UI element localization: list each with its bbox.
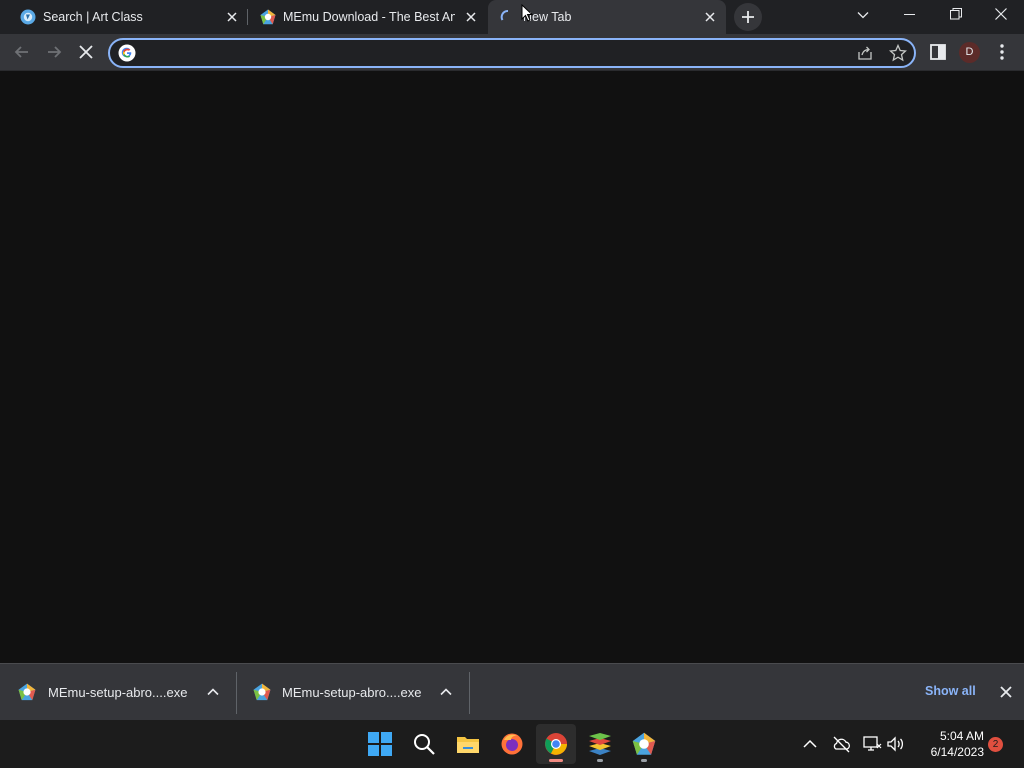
download-filename: MEmu-setup-abro....exe [282, 685, 422, 700]
forward-arrow-icon[interactable] [44, 42, 64, 62]
tab-art-class[interactable]: Search | Art Class [8, 0, 244, 34]
memu-icon [632, 732, 656, 755]
tab-strip: Search | Art Class MEmu Download - The B… [0, 0, 1024, 34]
windows-start-icon [368, 732, 392, 756]
firefox-icon [501, 733, 523, 755]
taskbar-memu[interactable] [624, 724, 664, 764]
download-separator [469, 672, 470, 714]
stop-loading-icon[interactable] [76, 42, 96, 62]
file-explorer-icon [457, 737, 479, 753]
taskbar-firefox[interactable] [492, 724, 532, 764]
loading-spinner-icon [500, 10, 509, 21]
taskbar-chrome[interactable] [536, 724, 576, 764]
chevron-up-icon[interactable] [205, 684, 221, 700]
running-app-indicator [597, 759, 603, 762]
clock-date: 6/14/2023 [930, 745, 984, 759]
clock-time: 5:04 AM [939, 729, 984, 743]
tab-title: Search | Art Class [43, 10, 143, 24]
chevron-up-icon[interactable] [800, 734, 820, 754]
close-icon[interactable] [998, 684, 1014, 700]
close-tab-icon[interactable] [702, 9, 718, 25]
google-g-icon [118, 44, 136, 62]
running-app-indicator [641, 759, 647, 762]
active-app-indicator [549, 759, 563, 762]
minimize-button[interactable] [886, 0, 932, 30]
profile-avatar[interactable]: D [959, 42, 980, 63]
taskbar-file-explorer[interactable] [448, 724, 488, 764]
chevron-up-icon[interactable] [438, 684, 454, 700]
back-arrow-icon[interactable] [12, 42, 32, 62]
search-icon [414, 734, 435, 755]
art-class-icon [20, 9, 36, 25]
memu-icon [18, 683, 36, 701]
page-content [0, 71, 1024, 663]
onedrive-offline-icon[interactable] [831, 734, 851, 754]
minimize-icon [904, 14, 915, 15]
network-icon[interactable] [862, 734, 882, 754]
download-filename: MEmu-setup-abro....exe [48, 685, 188, 700]
mouse-cursor-icon [521, 4, 533, 22]
chrome-icon [545, 733, 567, 755]
address-bar[interactable] [108, 38, 916, 68]
download-shelf: MEmu-setup-abro....exe MEmu-setup-abro..… [0, 663, 1024, 721]
bookmark-star-icon[interactable] [889, 44, 907, 62]
close-icon [995, 8, 1007, 20]
tab-search-button[interactable] [840, 0, 886, 30]
side-panel-icon[interactable] [928, 42, 948, 62]
tab-title: MEmu Download - The Best Android [283, 10, 455, 24]
kebab-menu-icon[interactable] [992, 42, 1012, 62]
close-tab-icon[interactable] [463, 9, 479, 25]
share-icon[interactable] [856, 44, 874, 62]
plus-icon [742, 11, 754, 23]
start-button[interactable] [360, 724, 400, 764]
restore-icon [950, 8, 962, 20]
download-item[interactable]: MEmu-setup-abro....exe [233, 664, 469, 721]
memu-icon [253, 683, 271, 701]
taskbar-bluestacks[interactable] [580, 724, 620, 764]
bluestacks-icon [589, 733, 611, 755]
close-tab-icon[interactable] [224, 9, 240, 25]
restore-button[interactable] [932, 0, 978, 30]
address-input[interactable] [142, 43, 846, 65]
memu-icon [260, 9, 276, 25]
chevron-down-icon [857, 12, 869, 19]
tab-title: New Tab [523, 10, 572, 24]
new-tab-button[interactable] [734, 3, 762, 31]
windows-taskbar: 5:04 AM 6/14/2023 [0, 720, 1024, 768]
tab-memu-download[interactable]: MEmu Download - The Best Android [248, 0, 486, 34]
volume-icon[interactable] [886, 734, 906, 754]
download-item[interactable]: MEmu-setup-abro....exe [0, 664, 236, 721]
taskbar-search-button[interactable] [404, 724, 444, 764]
notification-badge[interactable]: 2 [988, 737, 1003, 752]
show-all-downloads-link[interactable]: Show all [925, 684, 976, 698]
system-clock[interactable]: 5:04 AM 6/14/2023 [912, 728, 984, 760]
close-window-button[interactable] [978, 0, 1024, 30]
browser-toolbar: D [0, 34, 1024, 71]
